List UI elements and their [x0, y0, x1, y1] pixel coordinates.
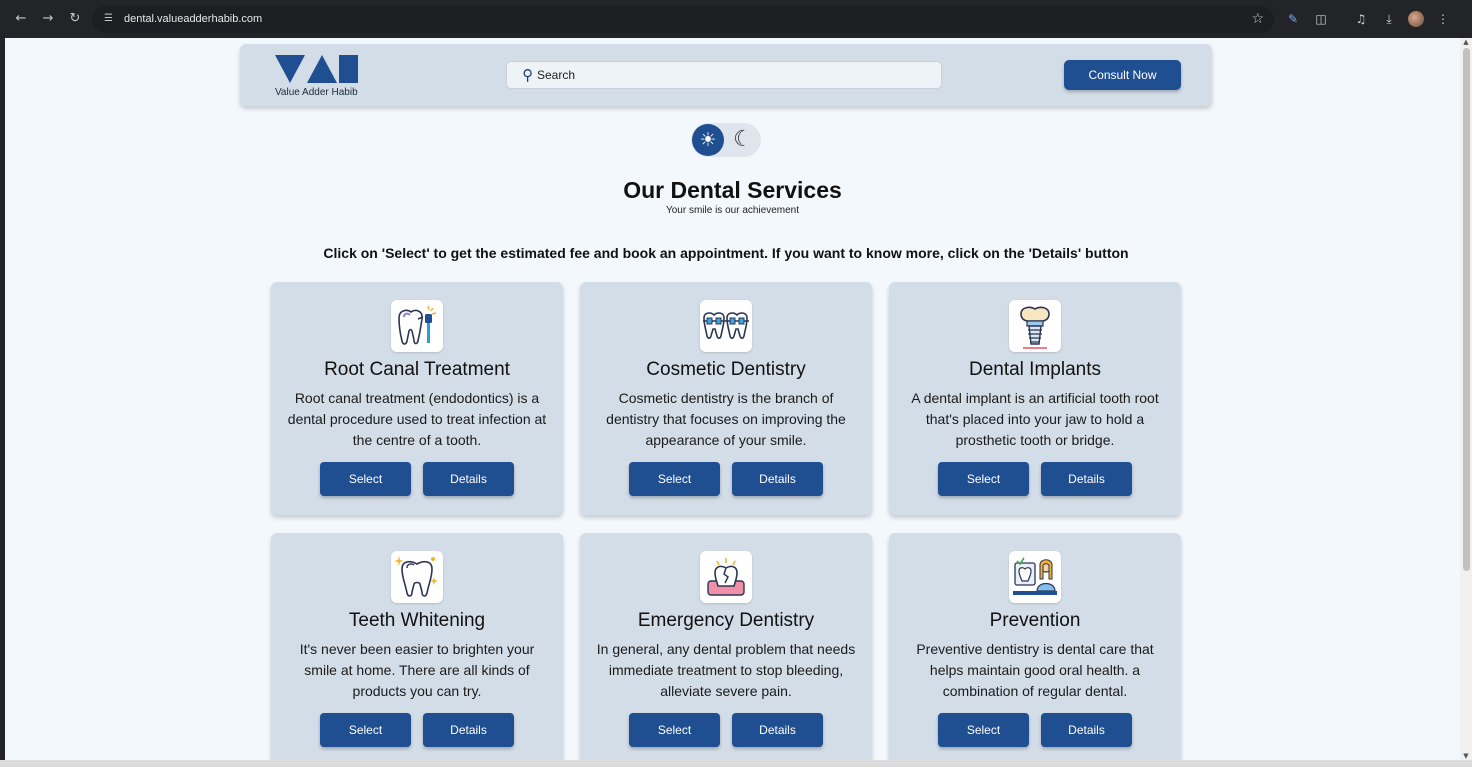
scrollbar-thumb[interactable] [1463, 48, 1470, 571]
page-subtitle: Your smile is our achievement [665, 205, 800, 216]
service-card-implants: Dental Implants A dental implant is an a… [889, 282, 1181, 515]
service-title: Root Canal Treatment [324, 359, 510, 380]
dentist-icon [1009, 551, 1061, 603]
instructions-text: Click on 'Select' to get the estimated f… [323, 245, 1129, 261]
sun-icon: ☀ [692, 124, 724, 156]
scroll-up-arrow-icon[interactable]: ▲ [1462, 38, 1470, 46]
service-card-prevention: Prevention Preventive dentistry is denta… [889, 533, 1181, 760]
page-viewport: Value Adder Habib ⚲ Consult Now ☀ ☾ Our … [5, 38, 1460, 760]
profile-avatar[interactable] [1408, 11, 1424, 27]
select-button[interactable]: Select [629, 713, 720, 747]
forward-arrow-icon[interactable]: → [39, 10, 57, 28]
search-bar[interactable]: ⚲ [506, 61, 942, 89]
vertical-scrollbar[interactable]: ▲ ▼ [1460, 38, 1472, 760]
service-description: Root canal treatment (endodontics) is a … [287, 390, 547, 448]
details-button[interactable]: Details [1041, 713, 1132, 747]
logo-mark-icon [275, 55, 358, 83]
download-icon[interactable]: ⤓ [1380, 10, 1398, 28]
bookmark-star-icon[interactable]: ☆ [1251, 11, 1264, 27]
sparkling-tooth-icon [391, 551, 443, 603]
site-settings-icon[interactable]: ☰ [104, 13, 116, 25]
page-title: Our Dental Services [623, 177, 842, 203]
logo-text: Value Adder Habib [275, 87, 358, 98]
moon-icon: ☾ [733, 127, 753, 152]
service-title: Emergency Dentistry [637, 610, 815, 631]
address-bar[interactable]: ☰ dental.valueadderhabib.com ☆ [92, 6, 1274, 33]
details-button[interactable]: Details [423, 713, 514, 747]
details-button[interactable]: Details [732, 713, 823, 747]
details-button[interactable]: Details [1041, 462, 1132, 496]
service-card-emergency: Emergency Dentistry In general, any dent… [580, 533, 872, 760]
consult-now-button[interactable]: Consult Now [1064, 60, 1181, 90]
details-button[interactable]: Details [732, 462, 823, 496]
broken-tooth-icon [700, 551, 752, 603]
pen-extension-icon[interactable]: ✎ [1284, 10, 1302, 28]
select-button[interactable]: Select [938, 462, 1029, 496]
select-button[interactable]: Select [629, 462, 720, 496]
site-logo[interactable]: Value Adder Habib [275, 55, 367, 98]
service-card-whitening: Teeth Whitening It's never been easier t… [271, 533, 563, 760]
select-button[interactable]: Select [320, 462, 411, 496]
service-card-root-canal: Root Canal Treatment Root canal treatmen… [271, 282, 563, 515]
service-description: It's never been easier to brighten your … [299, 641, 535, 699]
implant-icon [1009, 300, 1061, 352]
service-title: Teeth Whitening [348, 610, 486, 631]
select-button[interactable]: Select [320, 713, 411, 747]
extensions-icon[interactable]: ◫ [1312, 10, 1330, 28]
service-title: Prevention [989, 610, 1081, 631]
service-description: Preventive dentistry is dental care that… [916, 641, 1154, 699]
theme-toggle[interactable]: ☀ ☾ [691, 123, 761, 157]
site-header: Value Adder Habib ⚲ Consult Now [240, 44, 1212, 106]
service-title: Dental Implants [968, 359, 1101, 380]
service-description: A dental implant is an artificial tooth … [911, 390, 1159, 448]
service-description: In general, any dental problem that need… [596, 641, 856, 699]
service-title: Cosmetic Dentistry [646, 359, 806, 380]
address-url[interactable]: dental.valueadderhabib.com [124, 13, 262, 25]
more-menu-icon[interactable]: ⋮ [1434, 10, 1452, 28]
browser-toolbar: ← → ↻ ☰ dental.valueadderhabib.com ☆ ✎ ◫… [0, 0, 1472, 38]
scroll-down-arrow-icon[interactable]: ▼ [1462, 752, 1470, 760]
back-arrow-icon[interactable]: ← [12, 10, 30, 28]
media-control-icon[interactable]: ♫ [1352, 10, 1370, 28]
search-input[interactable] [537, 68, 917, 82]
details-button[interactable]: Details [423, 462, 514, 496]
service-card-cosmetic: Cosmetic Dentistry Cosmetic dentistry is… [580, 282, 872, 515]
service-description: Cosmetic dentistry is the branch of dent… [606, 390, 846, 448]
horizontal-scrollbar[interactable] [0, 760, 1472, 767]
braces-icon [700, 300, 752, 352]
search-icon: ⚲ [522, 66, 533, 84]
select-button[interactable]: Select [938, 713, 1029, 747]
reload-icon[interactable]: ↻ [66, 10, 84, 28]
root-canal-icon [391, 300, 443, 352]
